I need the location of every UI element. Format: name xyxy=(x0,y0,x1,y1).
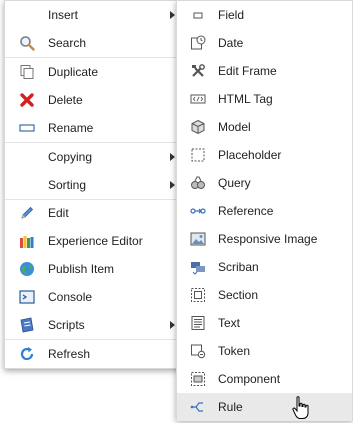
hand-cursor-icon xyxy=(292,396,310,420)
insert-submenu: Field Date Edit Frame HTML Tag Model Pla… xyxy=(176,0,353,421)
menu-item-rename[interactable]: Rename xyxy=(5,114,183,142)
menu-item-label: Publish Item xyxy=(48,262,115,276)
magnifier-icon xyxy=(19,35,35,51)
submenu-item-section[interactable]: Section xyxy=(177,281,352,309)
date-icon xyxy=(190,35,206,51)
submenu-item-text[interactable]: Text xyxy=(177,309,352,337)
submenu-item-label: Scriban xyxy=(218,260,259,274)
globe-icon xyxy=(19,261,35,277)
submenu-item-label: Model xyxy=(218,120,251,134)
submenu-arrow-icon xyxy=(170,11,175,19)
menu-item-search[interactable]: Search xyxy=(5,29,183,57)
submenu-item-token[interactable]: Token xyxy=(177,337,352,365)
submenu-item-reference[interactable]: Reference xyxy=(177,197,352,225)
submenu-item-model[interactable]: Model xyxy=(177,113,352,141)
menu-item-experience-editor[interactable]: Experience Editor xyxy=(5,227,183,255)
menu-item-delete[interactable]: Delete xyxy=(5,86,183,114)
cube-icon xyxy=(190,119,206,135)
field-icon xyxy=(190,7,206,23)
scripts-icon xyxy=(19,317,35,333)
component-icon xyxy=(190,371,206,387)
context-menu: Insert Search Duplicate Delete Rename Co… xyxy=(4,0,184,369)
menu-item-sorting[interactable]: Sorting xyxy=(5,171,183,199)
menu-item-label: Scripts xyxy=(48,318,85,332)
menu-item-scripts[interactable]: Scripts xyxy=(5,311,183,339)
tools-icon xyxy=(190,63,206,79)
menu-item-label: Copying xyxy=(48,150,93,164)
red-x-icon xyxy=(19,92,35,108)
submenu-item-label: Responsive Image xyxy=(218,232,318,246)
html-tag-icon xyxy=(190,91,206,107)
menu-item-label: Insert xyxy=(48,8,79,22)
submenu-item-label: Rule xyxy=(218,400,243,414)
submenu-item-label: Query xyxy=(218,176,251,190)
console-icon xyxy=(19,289,35,305)
submenu-item-label: Field xyxy=(218,8,245,22)
submenu-item-label: Component xyxy=(218,372,281,386)
image-icon xyxy=(190,231,206,247)
submenu-arrow-icon xyxy=(170,321,175,329)
submenu-item-label: Date xyxy=(218,36,244,50)
menu-item-copying[interactable]: Copying xyxy=(5,143,183,171)
submenu-item-label: Token xyxy=(218,344,251,358)
submenu-item-scriban[interactable]: Scriban xyxy=(177,253,352,281)
query-icon xyxy=(190,175,206,191)
menu-item-duplicate[interactable]: Duplicate xyxy=(5,58,183,86)
submenu-item-label: Section xyxy=(218,288,259,302)
submenu-arrow-icon xyxy=(170,181,175,189)
text-icon xyxy=(190,315,206,331)
rename-field-icon xyxy=(19,120,35,136)
reference-icon xyxy=(190,203,206,219)
token-icon xyxy=(190,343,206,359)
crayons-icon xyxy=(19,233,35,249)
submenu-item-label: Edit Frame xyxy=(218,64,277,78)
section-icon xyxy=(190,287,206,303)
menu-item-label: Edit xyxy=(48,206,69,220)
submenu-item-label: HTML Tag xyxy=(218,92,273,106)
submenu-item-label: Placeholder xyxy=(218,148,282,162)
menu-item-label: Rename xyxy=(48,121,94,135)
submenu-item-responsive-image[interactable]: Responsive Image xyxy=(177,225,352,253)
submenu-item-query[interactable]: Query xyxy=(177,169,352,197)
menu-item-insert[interactable]: Insert xyxy=(5,1,183,29)
menu-item-console[interactable]: Console xyxy=(5,283,183,311)
menu-item-refresh[interactable]: Refresh xyxy=(5,340,183,368)
submenu-item-edit-frame[interactable]: Edit Frame xyxy=(177,57,352,85)
placeholder-icon xyxy=(190,147,206,163)
submenu-item-field[interactable]: Field xyxy=(177,1,352,29)
pencil-icon xyxy=(19,205,35,221)
submenu-arrow-icon xyxy=(170,153,175,161)
scriban-icon xyxy=(190,259,206,275)
menu-item-label: Refresh xyxy=(48,347,91,361)
submenu-item-html-tag[interactable]: HTML Tag xyxy=(177,85,352,113)
submenu-item-placeholder[interactable]: Placeholder xyxy=(177,141,352,169)
duplicate-icon xyxy=(19,64,35,80)
menu-item-edit[interactable]: Edit xyxy=(5,199,183,227)
submenu-item-label: Reference xyxy=(218,204,274,218)
submenu-item-date[interactable]: Date xyxy=(177,29,352,57)
menu-item-label: Console xyxy=(48,290,93,304)
menu-item-label: Sorting xyxy=(48,178,87,192)
submenu-item-component[interactable]: Component xyxy=(177,365,352,393)
menu-item-label: Delete xyxy=(48,93,83,107)
rule-icon xyxy=(190,399,206,415)
menu-item-label: Duplicate xyxy=(48,65,99,79)
submenu-item-label: Text xyxy=(218,316,241,330)
menu-item-publish-item[interactable]: Publish Item xyxy=(5,255,183,283)
refresh-icon xyxy=(19,346,35,362)
menu-item-label: Experience Editor xyxy=(48,234,143,248)
submenu-item-rule[interactable]: Rule xyxy=(177,393,352,421)
menu-item-label: Search xyxy=(48,36,87,50)
